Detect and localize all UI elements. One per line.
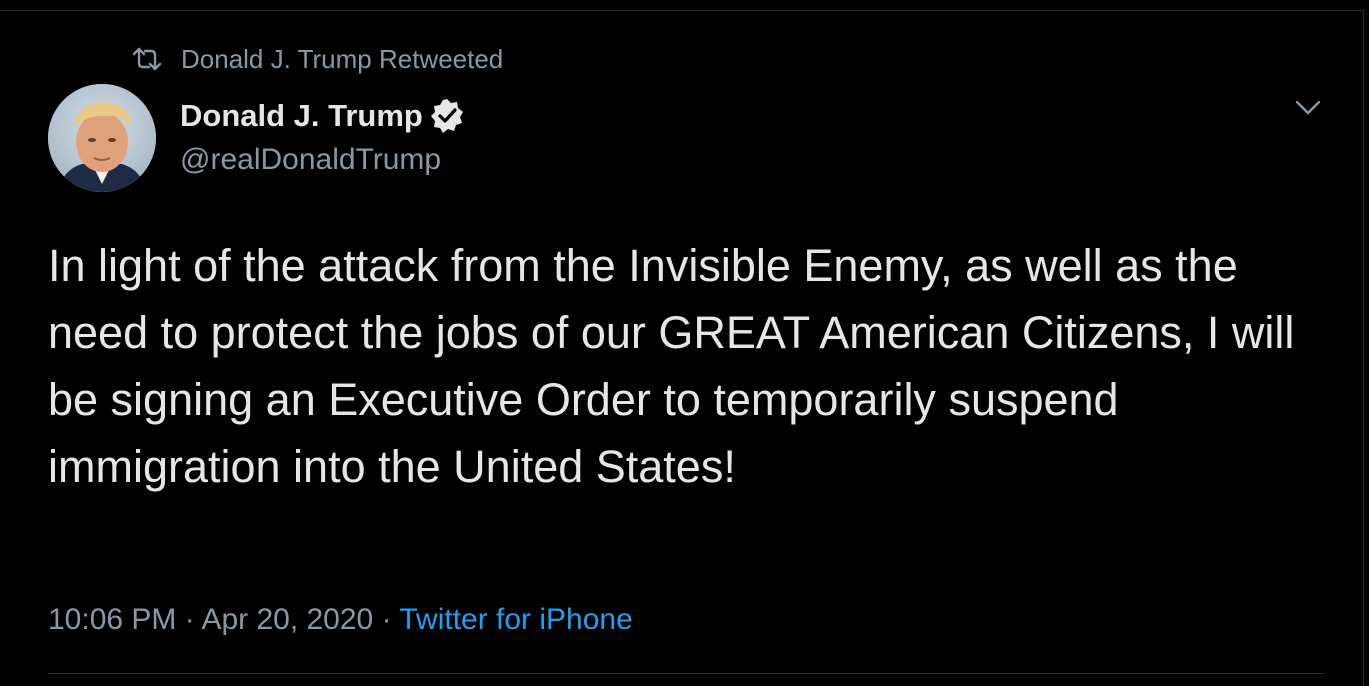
author-display-name[interactable]: Donald J. Trump [180,96,423,136]
right-divider [1363,10,1364,686]
tweet-source-link[interactable]: Twitter for iPhone [399,603,632,636]
author-name-row[interactable]: Donald J. Trump [180,96,467,136]
chevron-down-icon[interactable] [1293,96,1323,120]
tweet-text: In light of the attack from the Invisibl… [48,240,1295,492]
bottom-divider [48,673,1324,674]
avatar[interactable] [48,84,156,192]
retweet-icon [132,47,162,71]
tweet-meta: 10:06 PM · Apr 20, 2020 · Twitter for iP… [48,598,633,642]
meta-separator: · [176,603,202,636]
meta-separator: · [373,603,400,636]
tweet-date[interactable]: Apr 20, 2020 [201,603,373,636]
author-handle[interactable]: @realDonaldTrump [180,140,441,180]
tweet-card: Donald J. Trump Retweeted Donald J. Trum… [0,0,1369,686]
tweet-time[interactable]: 10:06 PM [48,603,176,636]
verified-badge-icon [427,96,467,136]
retweet-label: Donald J. Trump Retweeted [181,44,504,74]
top-divider [0,10,1363,11]
retweet-context[interactable]: Donald J. Trump Retweeted [132,42,503,76]
